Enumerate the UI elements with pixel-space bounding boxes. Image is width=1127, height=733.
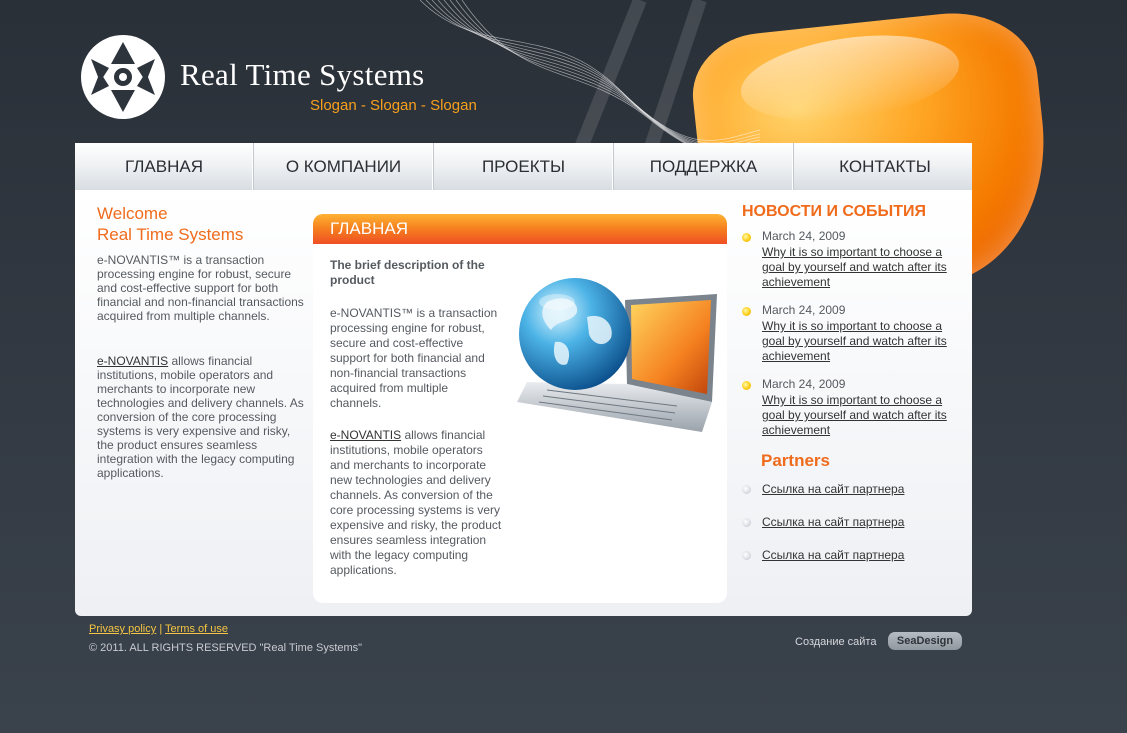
partners-title: Partners [761,451,830,470]
news-link[interactable]: Why it is so important to choose a goal … [762,245,947,290]
news-date: March 24, 2009 [762,229,846,243]
yellow-bullet-icon [742,307,751,316]
grey-bullet-icon [742,551,751,560]
news-title: НОВОСТИ И СОБЫТИЯ [742,203,926,220]
center-paragraph-1: e-NOVANTIS™ is a transaction processing … [330,306,498,410]
grey-bullet-icon [742,485,751,494]
partner-link[interactable]: Ссылка на сайт партнера [762,482,904,496]
center-product-link[interactable]: e-NOVANTIS [330,428,401,442]
footer-separator: | [159,623,163,635]
left-paragraph-2: e-NOVANTIS allows financial institutions… [97,354,304,480]
welcome-heading: Welcome Real Time Systems [97,203,243,245]
news-link[interactable]: Why it is so important to choose a goal … [762,319,947,364]
center-title: ГЛАВНАЯ [330,219,408,238]
left-paragraph-2-text: allows financial institutions, mobile op… [97,354,304,480]
news-date: March 24, 2009 [762,377,846,391]
terms-of-use-link[interactable]: Terms of use [165,623,228,635]
product-link[interactable]: e-NOVANTIS [97,354,168,368]
news-link[interactable]: Why it is so important to choose a goal … [762,393,947,438]
nav-item-support[interactable]: ПОДДЕРЖКА [614,143,794,190]
center-paragraph-2-text: allows financial institutions, mobile op… [330,428,502,577]
center-subtitle: The brief description of the product [330,258,485,287]
copyright: © 2011. ALL RIGHTS RESERVED "Real Time S… [89,642,363,654]
nav-item-company[interactable]: О КОМПАНИИ [254,143,434,190]
partner-link[interactable]: Ссылка на сайт партнера [762,548,904,562]
partner-link[interactable]: Ссылка на сайт партнера [762,515,904,529]
wave-lines-decor [419,0,760,150]
slogan: Slogan - Slogan - Slogan [310,97,477,114]
welcome-line-2: Real Time Systems [97,225,244,244]
site-title[interactable]: Real Time Systems [180,57,425,93]
grey-bullet-icon [742,518,751,527]
seadesign-badge[interactable]: SeaDesign [888,632,962,650]
footer-links: Privasy policy | Terms of use [89,623,228,635]
nav-item-projects[interactable]: ПРОЕКТЫ [434,143,614,190]
globe-laptop-illustration [517,278,717,432]
logo-icon [81,35,165,119]
yellow-bullet-icon [742,233,751,242]
center-paragraph-2: e-NOVANTIS allows financial institutions… [330,428,502,578]
made-by-label: Создание сайта [795,636,877,648]
privacy-policy-link[interactable]: Privasy policy [89,623,156,635]
main-nav: ГЛАВНАЯ О КОМПАНИИ ПРОЕКТЫ ПОДДЕРЖКА КОН… [75,143,972,191]
welcome-line-1: Welcome [97,204,168,223]
nav-item-home[interactable]: ГЛАВНАЯ [75,143,254,190]
nav-item-contacts[interactable]: КОНТАКТЫ [794,143,976,190]
yellow-bullet-icon [742,381,751,390]
news-date: March 24, 2009 [762,303,846,317]
left-paragraph-1: e-NOVANTIS™ is a transaction processing … [97,253,304,323]
